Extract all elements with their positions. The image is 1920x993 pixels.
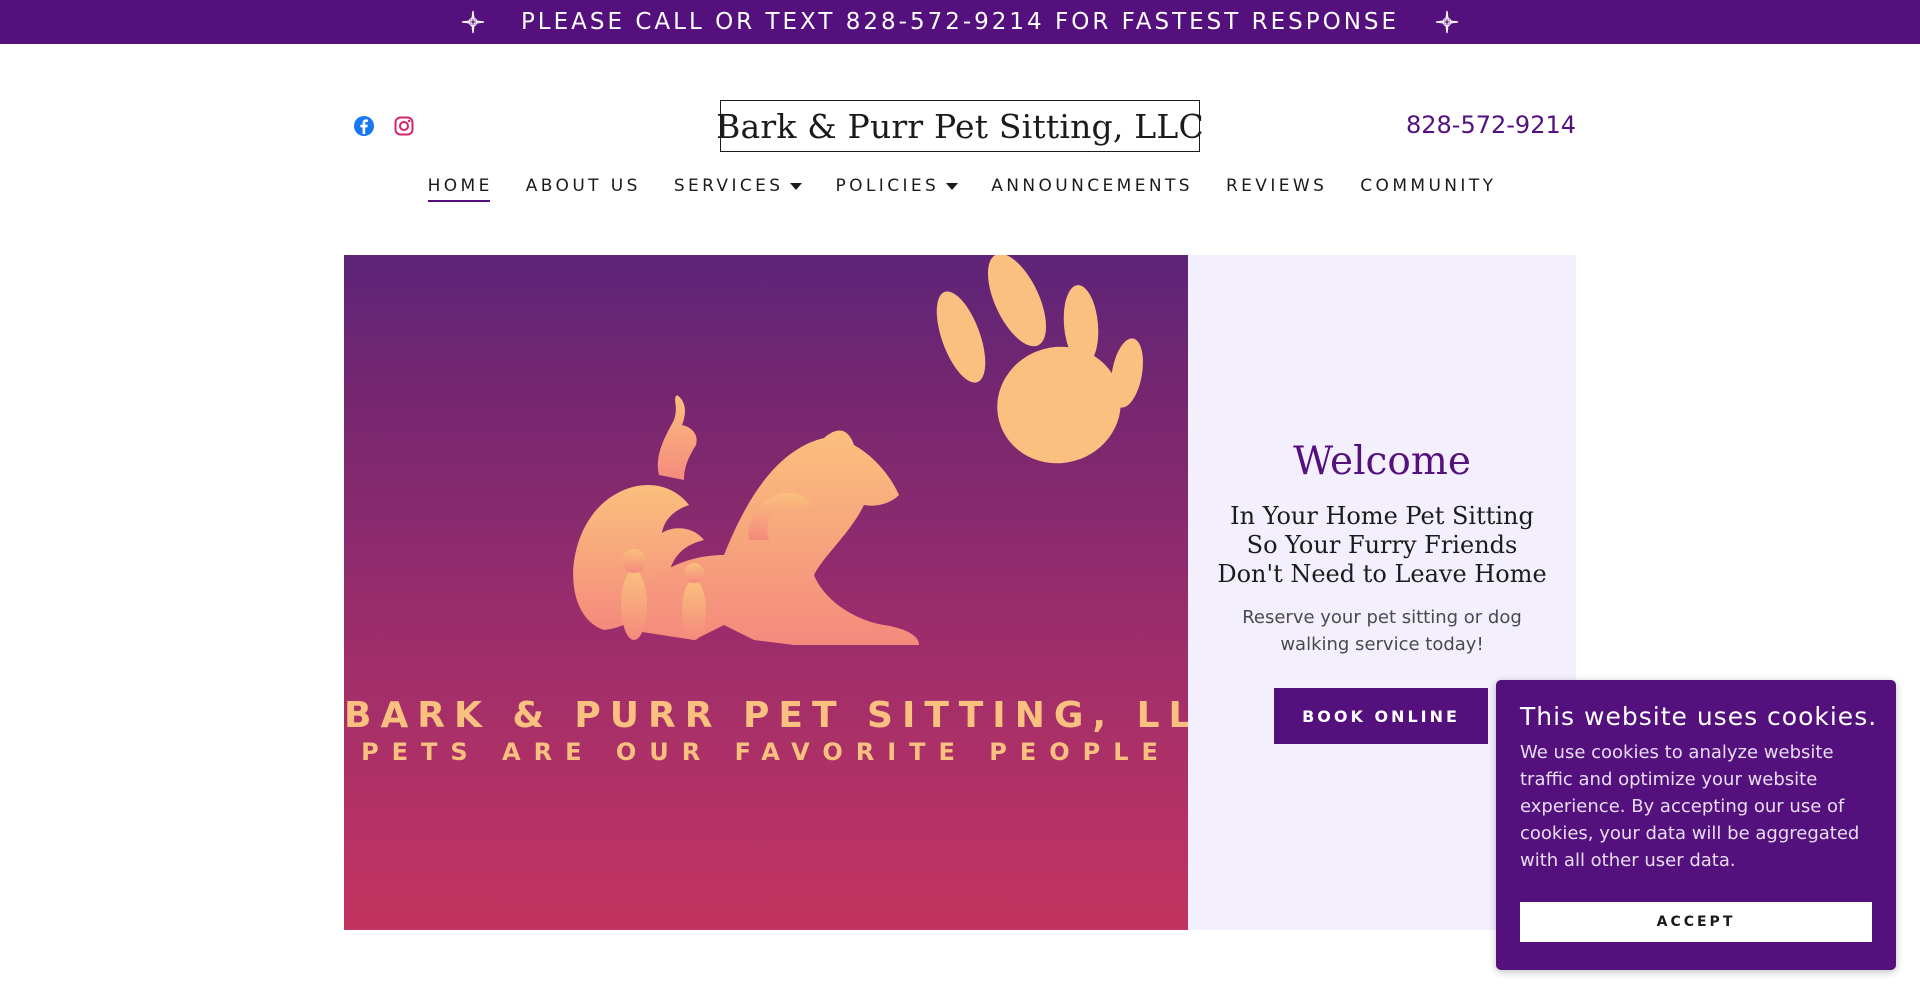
nav-item-about-us[interactable]: ABOUT US xyxy=(526,176,641,202)
announcement-text: PLEASE CALL OR TEXT 828-572-9214 FOR FAS… xyxy=(520,9,1400,35)
nav-item-home[interactable]: HOME xyxy=(427,176,493,202)
nav-item-label: POLICIES xyxy=(835,176,940,196)
pet-silhouette-logo xyxy=(573,255,1143,645)
nav-item-label: ABOUT US xyxy=(525,176,641,196)
paw-print-icon xyxy=(936,255,1143,464)
animals-silhouette-icon xyxy=(573,395,919,645)
announcement-bar: PLEASE CALL OR TEXT 828-572-9214 FOR FAS… xyxy=(0,0,1920,44)
main-nav: HOME ABOUT US SERVICES POLICIES ANNOUNCE… xyxy=(0,176,1920,202)
nav-item-announcements[interactable]: ANNOUNCEMENTS xyxy=(991,176,1193,202)
hero-image-title: BARK & PURR PET SITTING, LLC xyxy=(344,695,1188,736)
nav-item-services[interactable]: SERVICES xyxy=(674,176,803,202)
hero-image: BARK & PURR PET SITTING, LLC PETS ARE OU… xyxy=(344,255,1188,930)
cookie-title: This website uses cookies. xyxy=(1520,702,1878,731)
nav-item-policies[interactable]: POLICIES xyxy=(835,176,959,202)
accept-cookies-button[interactable]: ACCEPT xyxy=(1520,902,1872,942)
hero-image-subtitle: PETS ARE OUR FAVORITE PEOPLE xyxy=(361,738,1171,766)
hero-tagline: In Your Home Pet Sitting So Your Furry F… xyxy=(1188,502,1576,589)
social-links xyxy=(352,114,416,138)
instagram-icon[interactable] xyxy=(392,114,416,138)
nav-item-label: REVIEWS xyxy=(1225,176,1328,196)
site-logo[interactable]: Bark & Purr Pet Sitting, LLC xyxy=(716,100,1204,152)
caret-down-icon xyxy=(946,182,959,190)
nav-item-label: SERVICES xyxy=(673,176,784,196)
cookie-body: We use cookies to analyze website traffi… xyxy=(1520,742,1860,871)
header-phone-link[interactable]: 828-572-9214 xyxy=(1406,111,1576,139)
sparkle-icon xyxy=(461,10,485,34)
nav-item-label: ANNOUNCEMENTS xyxy=(991,176,1193,196)
nav-item-community[interactable]: COMMUNITY xyxy=(1360,176,1496,202)
welcome-heading: Welcome xyxy=(1293,439,1471,484)
caret-down-icon xyxy=(790,182,803,190)
tagline-line: So Your Furry Friends xyxy=(1246,531,1518,559)
sparkle-icon xyxy=(1435,10,1459,34)
reserve-text: Reserve your pet sitting or dog walking … xyxy=(1242,607,1522,655)
nav-item-reviews[interactable]: REVIEWS xyxy=(1226,176,1327,202)
tagline-line: Don't Need to Leave Home xyxy=(1217,560,1547,588)
nav-item-label: HOME xyxy=(427,176,493,196)
cookie-banner: This website uses cookies. We use cookie… xyxy=(1496,680,1896,970)
book-online-button[interactable]: BOOK ONLINE xyxy=(1274,688,1488,744)
tagline-line: In Your Home Pet Sitting xyxy=(1230,502,1534,530)
facebook-icon[interactable] xyxy=(352,114,376,138)
nav-item-label: COMMUNITY xyxy=(1360,176,1497,196)
